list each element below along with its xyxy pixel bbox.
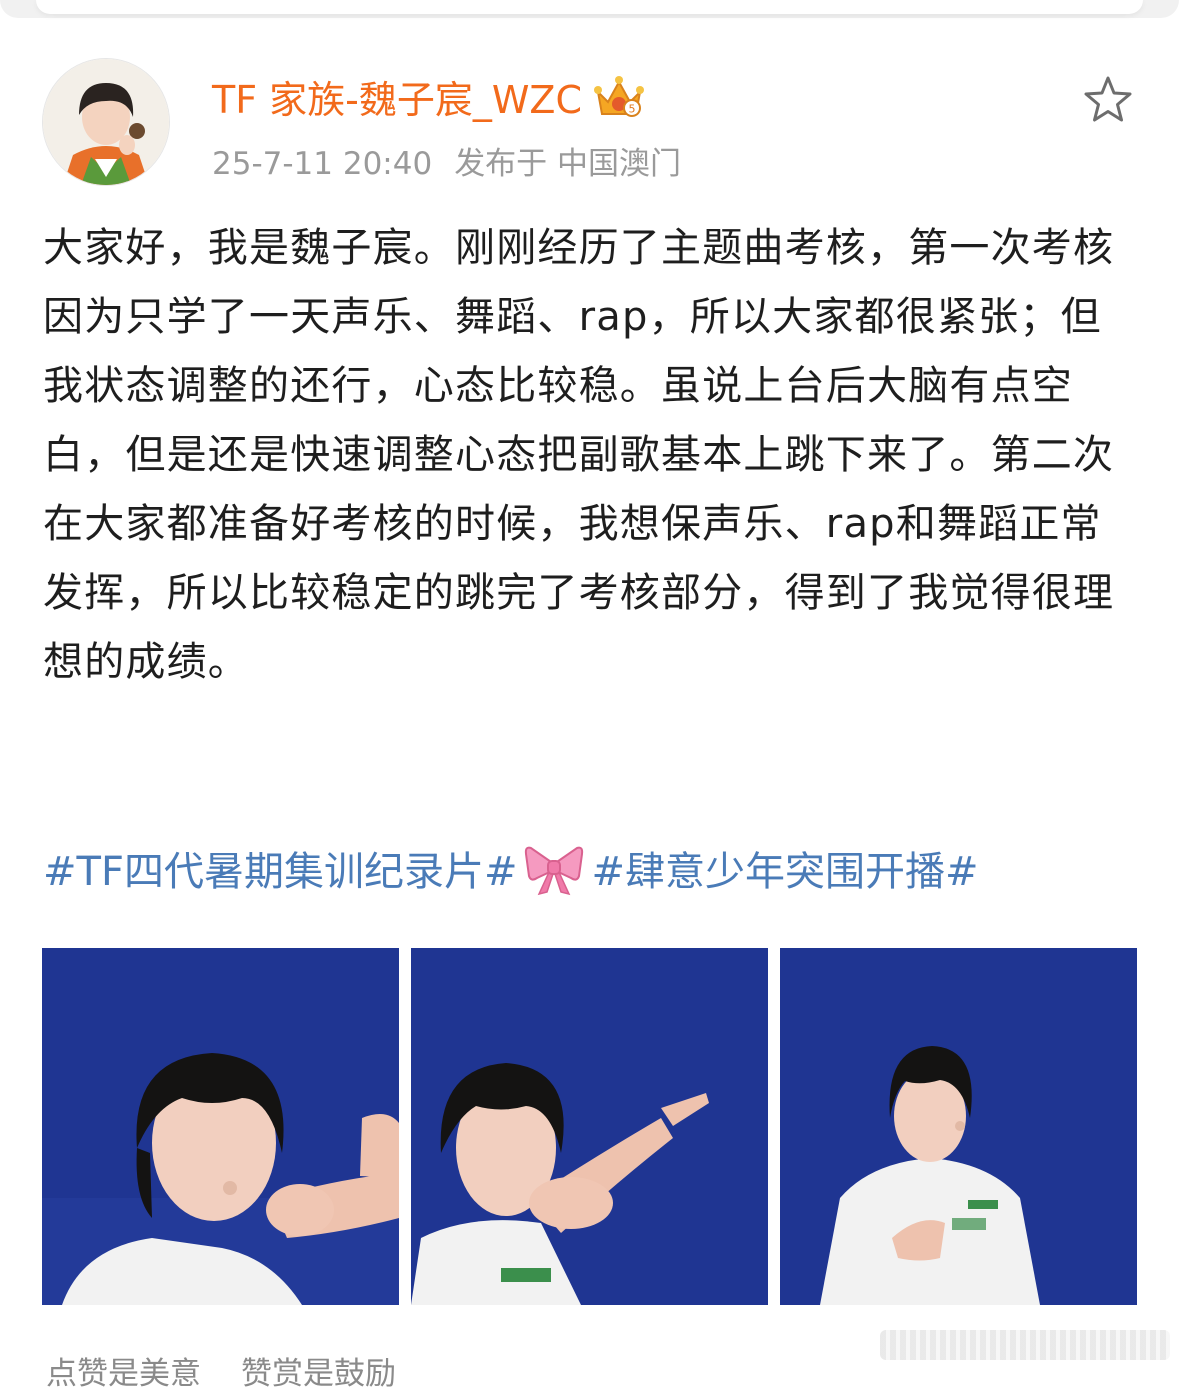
scroll-fade-overlay: [880, 1330, 1170, 1360]
photo-hand-on-chest-icon: [780, 948, 1137, 1305]
post-photo-2[interactable]: [411, 948, 768, 1305]
author-avatar[interactable]: [42, 58, 170, 186]
post-location: 发布于 中国澳门: [454, 146, 682, 182]
hashtag-row: #TF四代暑期集训纪录片# #肆意少年突围开播#: [43, 836, 979, 900]
top-sheet-edge: [0, 0, 1179, 18]
avatar-photo-icon: [43, 59, 169, 185]
post-photo-1[interactable]: [42, 948, 399, 1305]
photo-pointing-icon: [411, 948, 768, 1305]
hashtag-youth-breakout[interactable]: #肆意少年突围开播#: [591, 839, 978, 897]
post-body: 大家好，我是魏子宸。刚刚经历了主题曲考核，第一次考核因为只学了一天声乐、舞蹈、r…: [43, 214, 1133, 697]
post-meta: 25-7-11 20:40 发布于 中国澳门: [212, 138, 681, 183]
author-header: TF 家族-魏子宸_WZC 5: [212, 68, 646, 124]
reward-text[interactable]: 赞赏是鼓励: [241, 1356, 396, 1392]
top-sheet-inner: [36, 0, 1143, 14]
post-photo-3[interactable]: [780, 948, 1137, 1305]
author-name[interactable]: TF 家族-魏子宸_WZC: [212, 69, 582, 124]
star-outline-icon[interactable]: [1082, 74, 1134, 126]
post-timestamp: 25-7-11 20:40: [212, 146, 433, 182]
pink-bow-emoji-icon: [525, 846, 584, 896]
crown-vip-icon[interactable]: 5: [592, 74, 646, 118]
photo-holding-wrist-icon: [42, 948, 399, 1305]
like-text[interactable]: 点赞是美意: [46, 1356, 201, 1392]
post-paragraph: 大家好，我是魏子宸。刚刚经历了主题曲考核，第一次考核因为只学了一天声乐、舞蹈、r…: [43, 225, 1115, 685]
svg-text:5: 5: [629, 103, 636, 116]
post-footer: 点赞是美意 赞赏是鼓励: [46, 1348, 396, 1393]
hashtag-tf-documentary[interactable]: #TF四代暑期集训纪录片#: [43, 839, 517, 897]
